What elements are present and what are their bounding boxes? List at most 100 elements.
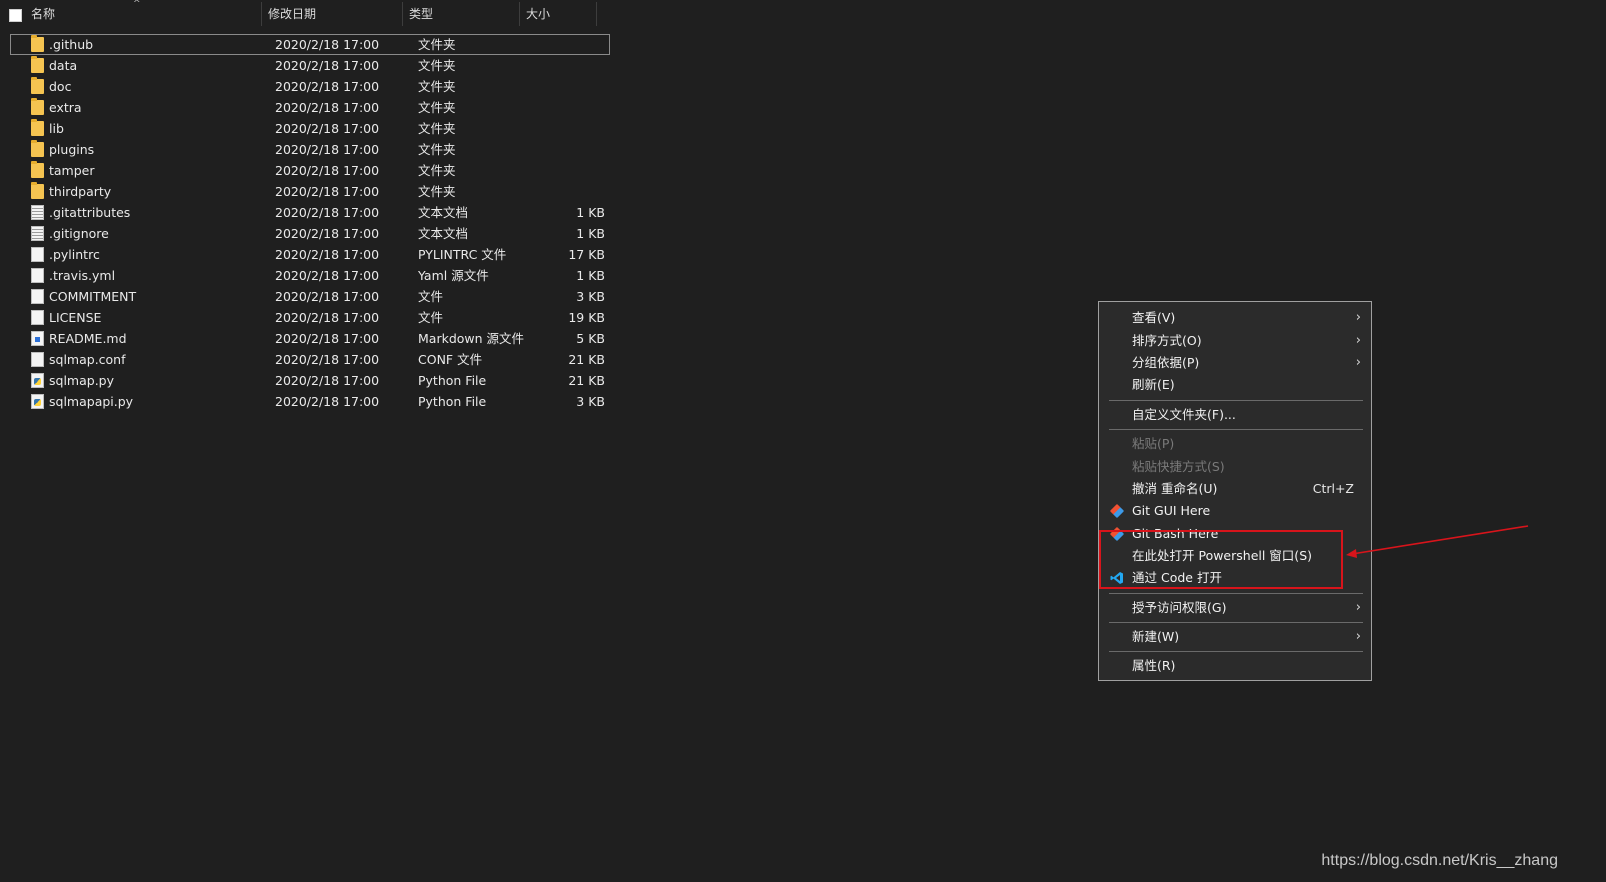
file-row[interactable]: tamper 2020/2/18 17:00 文件夹: [10, 160, 610, 181]
menu-item-grant-access[interactable]: 授予访问权限(G) ›: [1099, 597, 1371, 619]
file-type: Python File: [418, 394, 487, 409]
file-type: 文件夹: [418, 37, 456, 52]
file-date-modified: 2020/2/18 17:00: [275, 394, 380, 409]
file-name: sqlmap.conf: [49, 352, 126, 367]
menu-item-group-by[interactable]: 分组依据(P) ›: [1099, 352, 1371, 374]
column-size-label: 大小: [526, 7, 551, 21]
menu-item-undo-rename[interactable]: 撤消 重命名(U) Ctrl+Z: [1099, 478, 1371, 500]
file-icon: [31, 352, 44, 367]
menu-item-label: 粘贴(P): [1132, 436, 1175, 451]
file-size: 17 KB: [568, 247, 605, 262]
select-all-checkbox[interactable]: [9, 9, 22, 22]
file-name: plugins: [49, 142, 95, 157]
chevron-right-icon: ›: [1355, 310, 1361, 325]
file-icon: [31, 289, 44, 304]
file-row[interactable]: .pylintrc 2020/2/18 17:00 PYLINTRC 文件 17 KB: [10, 244, 610, 265]
file-name: .pylintrc: [49, 247, 100, 262]
column-type-header[interactable]: 类型: [403, 0, 519, 28]
annotation-arrow-icon: [1346, 525, 1529, 558]
file-row[interactable]: data 2020/2/18 17:00 文件夹: [10, 55, 610, 76]
file-date-modified: 2020/2/18 17:00: [275, 100, 380, 115]
file-size: 21 KB: [568, 373, 605, 388]
file-name: COMMITMENT: [49, 289, 137, 304]
folder-icon: [31, 161, 44, 178]
menu-item-new[interactable]: 新建(W) ›: [1099, 626, 1371, 648]
menu-item-label: 分组依据(P): [1132, 355, 1200, 370]
file-size: 3 KB: [576, 289, 605, 304]
menu-separator: [1109, 651, 1363, 652]
file-size: 1 KB: [576, 226, 605, 241]
menu-item-label: Git GUI Here: [1132, 503, 1211, 518]
chevron-right-icon: ›: [1355, 629, 1361, 644]
file-date-modified: 2020/2/18 17:00: [275, 184, 380, 199]
file-type: Markdown 源文件: [418, 331, 525, 346]
file-date-modified: 2020/2/18 17:00: [275, 310, 380, 325]
file-row[interactable]: thirdparty 2020/2/18 17:00 文件夹: [10, 181, 610, 202]
file-row[interactable]: .gitignore 2020/2/18 17:00 文本文档 1 KB: [10, 223, 610, 244]
annotation-highlight-box: [1099, 530, 1343, 589]
sort-ascending-icon: ^: [133, 0, 141, 9]
folder-icon: [31, 119, 44, 136]
file-date-modified: 2020/2/18 17:00: [275, 268, 380, 283]
chevron-right-icon: ›: [1355, 600, 1361, 615]
file-row[interactable]: lib 2020/2/18 17:00 文件夹: [10, 118, 610, 139]
file-date-modified: 2020/2/18 17:00: [275, 331, 380, 346]
file-type: PYLINTRC 文件: [418, 247, 507, 262]
file-type: 文本文档: [418, 226, 469, 241]
file-row[interactable]: doc 2020/2/18 17:00 文件夹: [10, 76, 610, 97]
file-date-modified: 2020/2/18 17:00: [275, 142, 380, 157]
file-row[interactable]: .github 2020/2/18 17:00 文件夹: [10, 34, 610, 55]
column-divider[interactable]: [596, 2, 597, 26]
folder-icon: [31, 56, 44, 73]
file-row[interactable]: COMMITMENT 2020/2/18 17:00 文件 3 KB: [10, 286, 610, 307]
file-type: CONF 文件: [418, 352, 483, 367]
file-row[interactable]: sqlmap.conf 2020/2/18 17:00 CONF 文件 21 KB: [10, 349, 610, 370]
file-name: .gitignore: [49, 226, 109, 241]
file-type: Yaml 源文件: [418, 268, 489, 283]
menu-item-git-gui[interactable]: Git GUI Here: [1099, 500, 1371, 522]
file-name: doc: [49, 79, 72, 94]
menu-item-properties[interactable]: 属性(R): [1099, 655, 1371, 677]
file-row[interactable]: .travis.yml 2020/2/18 17:00 Yaml 源文件 1 KB: [10, 265, 610, 286]
file-type: 文件夹: [418, 58, 456, 73]
menu-item-label: 新建(W): [1132, 629, 1180, 644]
file-row[interactable]: .gitattributes 2020/2/18 17:00 文本文档 1 KB: [10, 202, 610, 223]
file-date-modified: 2020/2/18 17:00: [275, 37, 380, 52]
column-date-label: 修改日期: [268, 7, 317, 21]
file-size: 5 KB: [576, 331, 605, 346]
file-row[interactable]: sqlmap.py 2020/2/18 17:00 Python File 21 KB: [10, 370, 610, 391]
file-type: 文件夹: [418, 163, 456, 178]
file-icon: [31, 247, 44, 262]
file-list: .github 2020/2/18 17:00 文件夹 data 2020/2/18 1…: [10, 34, 610, 412]
file-name: thirdparty: [49, 184, 112, 199]
file-name: data: [49, 58, 78, 73]
file-row[interactable]: extra 2020/2/18 17:00 文件夹: [10, 97, 610, 118]
column-name-header[interactable]: 名称: [25, 0, 261, 28]
file-icon: [31, 310, 44, 325]
file-name: lib: [49, 121, 64, 136]
menu-item-shortcut: Ctrl+Z: [1312, 481, 1354, 496]
file-type: 文件夹: [418, 121, 456, 136]
file-date-modified: 2020/2/18 17:00: [275, 205, 380, 220]
file-row[interactable]: LICENSE 2020/2/18 17:00 文件 19 KB: [10, 307, 610, 328]
column-date-header[interactable]: 修改日期: [262, 0, 402, 28]
file-type: 文件: [418, 289, 444, 304]
column-size-header[interactable]: 大小: [520, 0, 596, 28]
text-document-icon: [31, 205, 44, 220]
file-row[interactable]: README.md 2020/2/18 17:00 Markdown 源文件 5 KB: [10, 328, 610, 349]
menu-item-refresh[interactable]: 刷新(E): [1099, 374, 1371, 396]
menu-item-paste: 粘贴(P): [1099, 433, 1371, 455]
menu-separator: [1109, 622, 1363, 623]
explorer-window: 名称 ^ 修改日期 类型 大小 .github 2020/2/18 17:00 文件…: [0, 0, 1606, 882]
menu-item-view[interactable]: 查看(V) ›: [1099, 307, 1371, 329]
folder-icon: [31, 140, 44, 157]
menu-item-label: 授予访问权限(G): [1132, 600, 1227, 615]
file-size: 19 KB: [568, 310, 605, 325]
file-name: extra: [49, 100, 82, 115]
menu-separator: [1109, 429, 1363, 430]
menu-item-customize-folder[interactable]: 自定义文件夹(F)...: [1099, 404, 1371, 426]
file-size: 1 KB: [576, 205, 605, 220]
menu-item-sort-by[interactable]: 排序方式(O) ›: [1099, 330, 1371, 352]
file-row[interactable]: sqlmapapi.py 2020/2/18 17:00 Python File 3 …: [10, 391, 610, 412]
file-row[interactable]: plugins 2020/2/18 17:00 文件夹: [10, 139, 610, 160]
